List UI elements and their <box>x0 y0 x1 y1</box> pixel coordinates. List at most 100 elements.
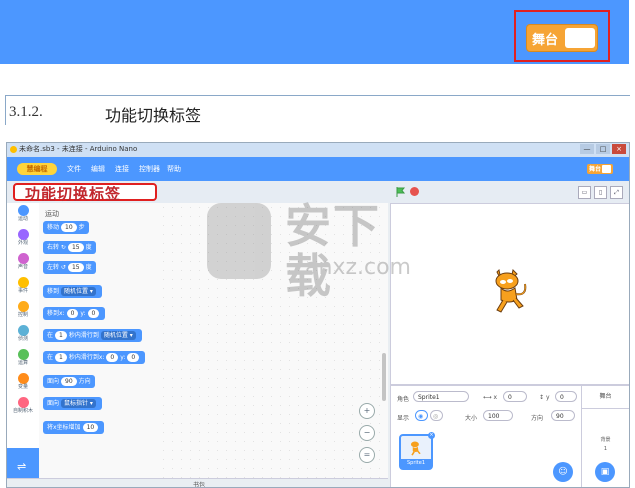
watermark-text: 安下载 <box>285 199 381 303</box>
block-input[interactable]: 15 <box>67 243 84 252</box>
stage-toggle-label: 舞台 <box>532 33 559 48</box>
category-dot <box>17 205 29 216</box>
stage-panel[interactable]: 舞台 背景 1 ▣ <box>581 385 629 487</box>
block-input[interactable]: 15 <box>67 263 84 272</box>
category-label: 侦测 <box>17 336 28 342</box>
category-events[interactable]: 事件 <box>7 277 39 299</box>
motion-block[interactable]: 面向 90 方向 <box>43 375 95 388</box>
category-dot <box>17 301 29 312</box>
heading-side-rule <box>5 95 6 125</box>
motion-block[interactable]: 面向 鼠标指针 ▾ <box>43 397 102 410</box>
maximize-button[interactable]: □ <box>596 144 610 154</box>
category-dot <box>17 277 29 288</box>
category-motion[interactable]: 运动 <box>7 205 39 227</box>
menu-help[interactable]: 帮助 <box>167 164 181 174</box>
small-stage-icon[interactable]: ▭ <box>578 186 591 199</box>
category-dot <box>17 253 29 264</box>
block-text: 秒内滑行到x: <box>68 354 105 361</box>
block-text: 度 <box>85 244 92 251</box>
motion-block[interactable]: 移到x: 0 y: 0 <box>43 307 106 320</box>
add-sprite-button[interactable]: ☺ <box>553 462 573 482</box>
motion-block[interactable]: 在 1 秒内滑行到x: 0 y: 0 <box>43 351 146 364</box>
category-list: 运动 外观 声音 事件 控制 侦测 运算 变量 自制积木 <box>7 203 40 448</box>
zoom-in-button[interactable]: + <box>359 403 375 419</box>
menu-file[interactable]: 文件 <box>67 164 81 174</box>
green-flag-icon[interactable] <box>396 187 406 197</box>
block-dropdown[interactable]: 鼠标指针 ▾ <box>61 399 96 408</box>
code-scrollbar[interactable] <box>382 353 386 401</box>
callout-text: 功能切换标签 <box>25 185 122 203</box>
x-label: ⟷ x <box>483 394 498 401</box>
mini-stage-knob <box>602 165 611 173</box>
category-sound[interactable]: 声音 <box>7 253 39 275</box>
mini-stage-toggle[interactable]: 舞台 <box>587 164 613 174</box>
fullscreen-icon[interactable]: ⤢ <box>610 186 623 199</box>
block-text: y: <box>80 310 86 317</box>
delete-sprite-icon[interactable]: × <box>428 432 435 439</box>
y-input[interactable]: 0 <box>555 391 577 402</box>
category-label: 变量 <box>17 384 28 390</box>
motion-block[interactable]: 移到 随机位置 ▾ <box>43 285 102 298</box>
close-button[interactable]: × <box>612 144 626 154</box>
watermark-subtext: anxz.com <box>305 255 411 280</box>
block-input[interactable]: 90 <box>61 377 77 386</box>
block-input[interactable]: 0 <box>127 353 140 362</box>
category-variables[interactable]: 变量 <box>7 373 39 395</box>
menu-connect[interactable]: 连接 <box>115 164 129 174</box>
category-sensing[interactable]: 侦测 <box>7 325 39 347</box>
category-myblocks[interactable]: 自制积木 <box>7 397 39 419</box>
show-hidden-icon[interactable]: ◎ <box>430 410 443 421</box>
category-label: 声音 <box>17 264 28 270</box>
sprite-info-panel: 角色 Sprite1 ⟷ x 0 ↕ y 0 显示 ◉ ◎ 大小 100 方向 … <box>390 385 582 487</box>
x-input[interactable]: 0 <box>503 391 527 402</box>
motion-block[interactable]: 将x坐标增加 10 <box>43 421 105 434</box>
cat-sprite-icon[interactable] <box>489 266 531 316</box>
sprite-thumbnail[interactable]: × Sprite1 <box>399 432 435 470</box>
y-label: ↕ y <box>539 394 550 401</box>
sprite-name-input[interactable]: Sprite1 <box>413 391 469 402</box>
category-dot <box>17 325 29 336</box>
backdrops-count: 1 <box>603 446 608 452</box>
zoom-reset-button[interactable]: = <box>359 447 375 463</box>
menu-edit[interactable]: 编辑 <box>91 164 105 174</box>
direction-input[interactable]: 90 <box>551 410 575 421</box>
block-dropdown[interactable]: 随机位置 ▾ <box>61 287 96 296</box>
block-input[interactable]: 0 <box>66 309 79 318</box>
app-logo[interactable]: 慧编程 <box>17 163 57 175</box>
category-dot <box>17 229 29 240</box>
category-label: 控制 <box>17 312 28 318</box>
menu-controller[interactable]: 控制器 <box>139 164 160 174</box>
block-text: 面向 <box>47 400 60 407</box>
block-input[interactable]: 10 <box>61 223 77 232</box>
size-input[interactable]: 100 <box>483 410 513 421</box>
motion-block[interactable]: 移动 10 步 <box>43 221 89 234</box>
watermark-logo <box>207 203 271 279</box>
motion-block[interactable]: 右转 ↻ 15 度 <box>43 241 96 254</box>
show-label: 显示 <box>397 415 410 422</box>
category-operators[interactable]: 运算 <box>7 349 39 371</box>
sprite-name-label: 角色 <box>397 396 410 403</box>
block-input[interactable]: 0 <box>106 353 119 362</box>
block-input[interactable]: 1 <box>55 331 67 340</box>
category-dot <box>17 397 29 408</box>
add-backdrop-button[interactable]: ▣ <box>595 462 615 482</box>
app-icon <box>10 146 17 153</box>
category-label: 事件 <box>17 288 28 294</box>
block-input[interactable]: 10 <box>82 423 99 432</box>
category-looks[interactable]: 外观 <box>7 229 39 251</box>
block-dropdown[interactable]: 随机位置 ▾ <box>100 331 136 340</box>
category-label: 自制积木 <box>12 408 33 414</box>
minimize-button[interactable]: — <box>580 144 594 154</box>
block-input[interactable]: 0 <box>87 309 100 318</box>
stop-icon[interactable] <box>410 187 419 196</box>
backpack-bar[interactable]: 书包 <box>7 478 388 487</box>
large-stage-icon[interactable]: ▯ <box>594 186 607 199</box>
category-control[interactable]: 控制 <box>7 301 39 323</box>
zoom-out-button[interactable]: − <box>359 425 375 441</box>
show-visible-icon[interactable]: ◉ <box>415 410 428 421</box>
motion-block[interactable]: 在 1 秒内滑行到 随机位置 ▾ <box>43 329 142 342</box>
block-text: 移到 <box>47 288 60 295</box>
motion-block[interactable]: 左转 ↺ 15 度 <box>43 261 96 274</box>
block-input[interactable]: 1 <box>55 353 67 362</box>
stage-toggle[interactable]: 舞台 <box>526 24 598 52</box>
